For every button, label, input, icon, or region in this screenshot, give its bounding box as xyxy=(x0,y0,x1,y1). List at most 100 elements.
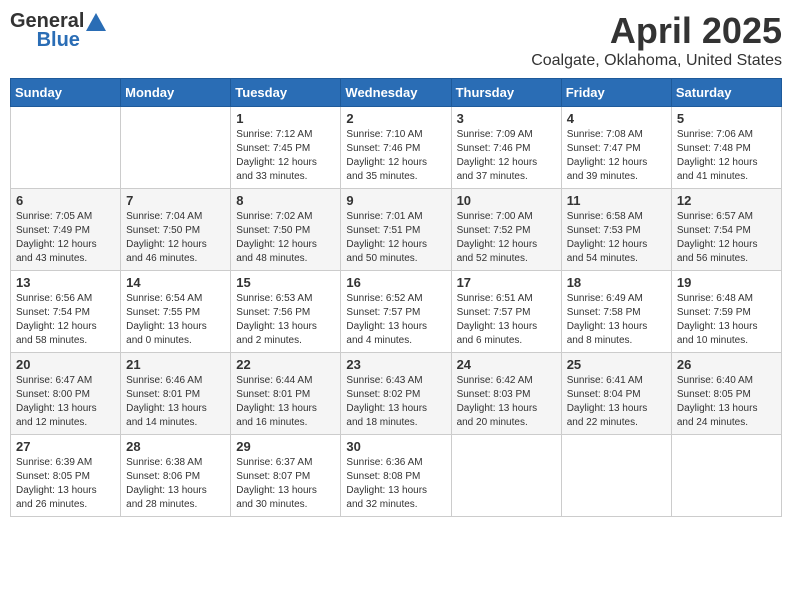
day-number: 9 xyxy=(346,193,445,208)
day-number: 19 xyxy=(677,275,776,290)
day-info: Sunrise: 6:54 AM Sunset: 7:55 PM Dayligh… xyxy=(126,292,225,348)
calendar-cell: 22 Sunrise: 6:44 AM Sunset: 8:01 PM Dayli… xyxy=(231,353,341,435)
calendar-cell: 15 Sunrise: 6:53 AM Sunset: 7:56 PM Dayli… xyxy=(231,271,341,353)
calendar-week-row: 1 Sunrise: 7:12 AM Sunset: 7:45 PM Daylig… xyxy=(11,107,782,189)
weekday-header-monday: Monday xyxy=(121,79,231,107)
day-number: 11 xyxy=(567,193,666,208)
day-number: 17 xyxy=(457,275,556,290)
calendar-cell: 6 Sunrise: 7:05 AM Sunset: 7:49 PM Daylig… xyxy=(11,189,121,271)
day-number: 16 xyxy=(346,275,445,290)
calendar-cell: 26 Sunrise: 6:40 AM Sunset: 8:05 PM Dayli… xyxy=(671,353,781,435)
calendar-cell xyxy=(451,435,561,517)
day-info: Sunrise: 6:37 AM Sunset: 8:07 PM Dayligh… xyxy=(236,456,335,512)
calendar-cell: 16 Sunrise: 6:52 AM Sunset: 7:57 PM Dayli… xyxy=(341,271,451,353)
day-info: Sunrise: 7:00 AM Sunset: 7:52 PM Dayligh… xyxy=(457,210,556,266)
day-number: 29 xyxy=(236,439,335,454)
day-number: 3 xyxy=(457,111,556,126)
calendar-cell: 3 Sunrise: 7:09 AM Sunset: 7:46 PM Daylig… xyxy=(451,107,561,189)
calendar-cell: 18Sunrise: 6:49 AM Sunset: 7:58 PM Dayli… xyxy=(561,271,671,353)
day-number: 24 xyxy=(457,357,556,372)
day-number: 20 xyxy=(16,357,115,372)
day-info: Sunrise: 7:06 AM Sunset: 7:48 PM Dayligh… xyxy=(677,128,776,184)
day-number: 1 xyxy=(236,111,335,126)
day-number: 10 xyxy=(457,193,556,208)
day-info: Sunrise: 7:08 AM Sunset: 7:47 PM Dayligh… xyxy=(567,128,666,184)
day-info: Sunrise: 7:12 AM Sunset: 7:45 PM Dayligh… xyxy=(236,128,335,184)
day-info: Sunrise: 6:36 AM Sunset: 8:08 PM Dayligh… xyxy=(346,456,445,512)
day-info: Sunrise: 6:52 AM Sunset: 7:57 PM Dayligh… xyxy=(346,292,445,348)
day-info: Sunrise: 7:04 AM Sunset: 7:50 PM Dayligh… xyxy=(126,210,225,266)
calendar-cell: 30Sunrise: 6:36 AM Sunset: 8:08 PM Dayli… xyxy=(341,435,451,517)
weekday-header-tuesday: Tuesday xyxy=(231,79,341,107)
day-number: 13 xyxy=(16,275,115,290)
calendar-cell xyxy=(121,107,231,189)
day-info: Sunrise: 7:09 AM Sunset: 7:46 PM Dayligh… xyxy=(457,128,556,184)
logo-icon: General Blue xyxy=(10,10,106,52)
day-info: Sunrise: 6:40 AM Sunset: 8:05 PM Dayligh… xyxy=(677,374,776,430)
weekday-header-friday: Friday xyxy=(561,79,671,107)
day-number: 14 xyxy=(126,275,225,290)
calendar-cell: 9 Sunrise: 7:01 AM Sunset: 7:51 PM Daylig… xyxy=(341,189,451,271)
day-info: Sunrise: 6:58 AM Sunset: 7:53 PM Dayligh… xyxy=(567,210,666,266)
day-info: Sunrise: 6:46 AM Sunset: 8:01 PM Dayligh… xyxy=(126,374,225,430)
page-header: General Blue April 2025 Coalgate, Oklaho… xyxy=(10,10,782,70)
day-number: 23 xyxy=(346,357,445,372)
day-number: 8 xyxy=(236,193,335,208)
day-number: 21 xyxy=(126,357,225,372)
calendar-cell: 13 Sunrise: 6:56 AM Sunset: 7:54 PM Dayli… xyxy=(11,271,121,353)
day-info: Sunrise: 6:53 AM Sunset: 7:56 PM Dayligh… xyxy=(236,292,335,348)
day-info: Sunrise: 6:43 AM Sunset: 8:02 PM Dayligh… xyxy=(346,374,445,430)
day-number: 4 xyxy=(567,111,666,126)
day-number: 15 xyxy=(236,275,335,290)
calendar-cell: 7 Sunrise: 7:04 AM Sunset: 7:50 PM Daylig… xyxy=(121,189,231,271)
day-info: Sunrise: 7:05 AM Sunset: 7:49 PM Dayligh… xyxy=(16,210,115,266)
calendar-cell: 19 Sunrise: 6:48 AM Sunset: 7:59 PM Dayli… xyxy=(671,271,781,353)
day-info: Sunrise: 6:44 AM Sunset: 8:01 PM Dayligh… xyxy=(236,374,335,430)
logo: General Blue xyxy=(10,10,110,52)
logo-blue-text: Blue xyxy=(37,29,80,52)
day-info: Sunrise: 6:51 AM Sunset: 7:57 PM Dayligh… xyxy=(457,292,556,348)
calendar-table: SundayMondayTuesdayWednesdayThursdayFrid… xyxy=(10,78,782,517)
calendar-cell: 20 Sunrise: 6:47 AM Sunset: 8:00 PM Dayli… xyxy=(11,353,121,435)
day-info: Sunrise: 6:56 AM Sunset: 7:54 PM Dayligh… xyxy=(16,292,115,348)
calendar-cell: 11 Sunrise: 6:58 AM Sunset: 7:53 PM Dayli… xyxy=(561,189,671,271)
calendar-cell: 24 Sunrise: 6:42 AM Sunset: 8:03 PM Dayli… xyxy=(451,353,561,435)
day-number: 6 xyxy=(16,193,115,208)
calendar-cell: 4 Sunrise: 7:08 AM Sunset: 7:47 PM Daylig… xyxy=(561,107,671,189)
weekday-header-thursday: Thursday xyxy=(451,79,561,107)
day-info: Sunrise: 7:01 AM Sunset: 7:51 PM Dayligh… xyxy=(346,210,445,266)
day-number: 22 xyxy=(236,357,335,372)
calendar-cell: 14 Sunrise: 6:54 AM Sunset: 7:55 PM Dayli… xyxy=(121,271,231,353)
day-info: Sunrise: 6:48 AM Sunset: 7:59 PM Dayligh… xyxy=(677,292,776,348)
day-info: Sunrise: 6:38 AM Sunset: 8:06 PM Dayligh… xyxy=(126,456,225,512)
calendar-cell: 21 Sunrise: 6:46 AM Sunset: 8:01 PM Dayli… xyxy=(121,353,231,435)
weekday-header-sunday: Sunday xyxy=(11,79,121,107)
calendar-cell xyxy=(561,435,671,517)
weekday-header-wednesday: Wednesday xyxy=(341,79,451,107)
day-info: Sunrise: 6:47 AM Sunset: 8:00 PM Dayligh… xyxy=(16,374,115,430)
calendar-cell: 12Sunrise: 6:57 AM Sunset: 7:54 PM Dayli… xyxy=(671,189,781,271)
day-number: 26 xyxy=(677,357,776,372)
calendar-location: Coalgate, Oklahoma, United States xyxy=(531,52,782,70)
calendar-cell: 27 Sunrise: 6:39 AM Sunset: 8:05 PM Dayli… xyxy=(11,435,121,517)
calendar-cell: 1 Sunrise: 7:12 AM Sunset: 7:45 PM Daylig… xyxy=(231,107,341,189)
day-info: Sunrise: 6:42 AM Sunset: 8:03 PM Dayligh… xyxy=(457,374,556,430)
title-block: April 2025 Coalgate, Oklahoma, United St… xyxy=(531,10,782,70)
day-number: 7 xyxy=(126,193,225,208)
calendar-cell: 10 Sunrise: 7:00 AM Sunset: 7:52 PM Dayli… xyxy=(451,189,561,271)
day-info: Sunrise: 6:49 AM Sunset: 7:58 PM Dayligh… xyxy=(567,292,666,348)
calendar-cell: 17 Sunrise: 6:51 AM Sunset: 7:57 PM Dayli… xyxy=(451,271,561,353)
day-number: 25 xyxy=(567,357,666,372)
day-info: Sunrise: 6:41 AM Sunset: 8:04 PM Dayligh… xyxy=(567,374,666,430)
day-info: Sunrise: 7:02 AM Sunset: 7:50 PM Dayligh… xyxy=(236,210,335,266)
calendar-week-row: 6 Sunrise: 7:05 AM Sunset: 7:49 PM Daylig… xyxy=(11,189,782,271)
calendar-cell: 29 Sunrise: 6:37 AM Sunset: 8:07 PM Dayli… xyxy=(231,435,341,517)
day-number: 27 xyxy=(16,439,115,454)
day-number: 12 xyxy=(677,193,776,208)
calendar-cell: 8 Sunrise: 7:02 AM Sunset: 7:50 PM Daylig… xyxy=(231,189,341,271)
calendar-week-row: 27 Sunrise: 6:39 AM Sunset: 8:05 PM Dayli… xyxy=(11,435,782,517)
day-info: Sunrise: 6:39 AM Sunset: 8:05 PM Dayligh… xyxy=(16,456,115,512)
calendar-cell: 23 Sunrise: 6:43 AM Sunset: 8:02 PM Dayli… xyxy=(341,353,451,435)
calendar-week-row: 20 Sunrise: 6:47 AM Sunset: 8:00 PM Dayli… xyxy=(11,353,782,435)
calendar-week-row: 13 Sunrise: 6:56 AM Sunset: 7:54 PM Dayli… xyxy=(11,271,782,353)
